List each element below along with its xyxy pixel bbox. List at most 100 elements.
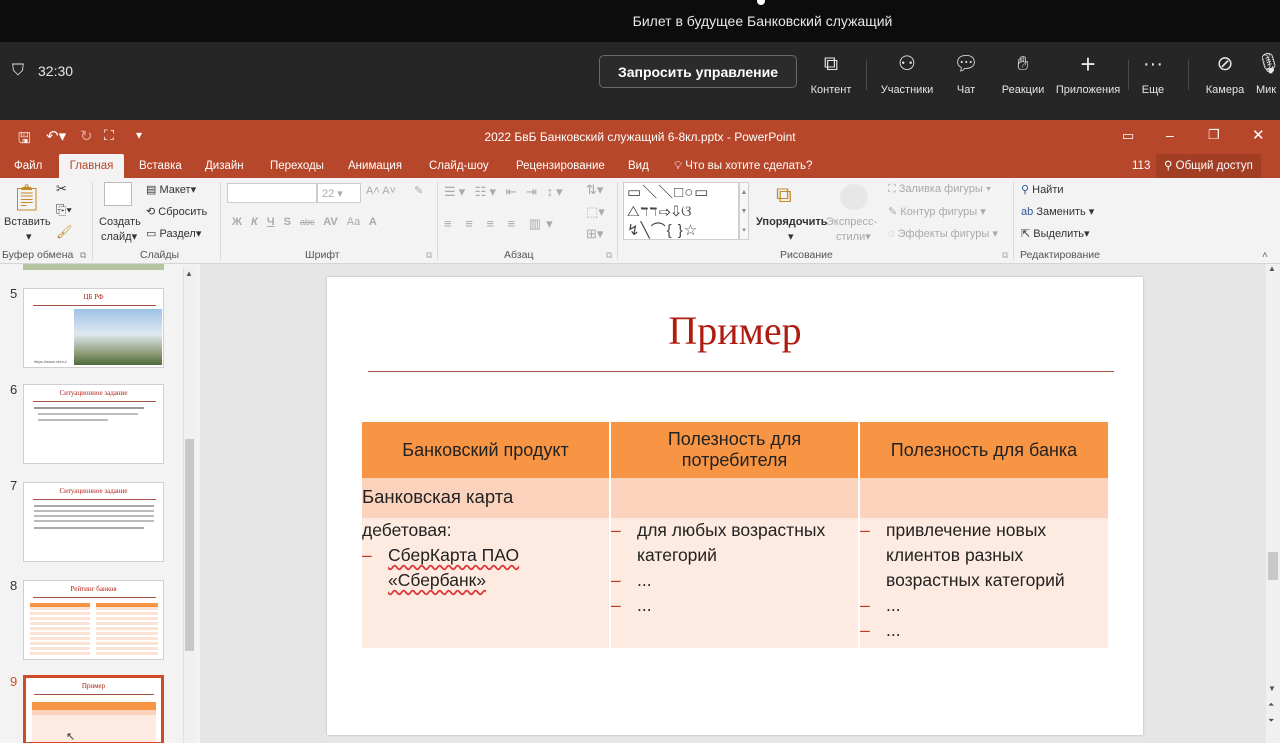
tab-home[interactable]: Главная xyxy=(59,154,124,178)
more-button[interactable]: ··· Еще xyxy=(1136,48,1170,108)
quick-styles-icon[interactable] xyxy=(840,184,868,210)
format-buttons[interactable]: Ж К Ч S abc AV Aa A xyxy=(232,216,377,228)
scrollbar-thumb[interactable] xyxy=(185,439,194,651)
clear-format-icon[interactable]: ✎ xyxy=(414,184,423,197)
slide-title[interactable]: Пример xyxy=(327,307,1143,354)
tab-slideshow[interactable]: Слайд-шоу xyxy=(421,154,497,178)
tab-design[interactable]: Дизайн xyxy=(197,154,252,178)
request-control-button[interactable]: Запросить управление xyxy=(599,55,797,88)
font-name-input[interactable] xyxy=(227,183,317,203)
shapes-gallery[interactable]: ▭＼＼□○▭ △ℸℸ⇨⇩ଓ ↯╲⌒{ }☆ xyxy=(623,182,739,240)
char-spacing-button[interactable]: AV xyxy=(323,216,337,228)
new-slide-label-2[interactable]: слайд▾ xyxy=(101,230,137,243)
align-text-icon[interactable]: ⬚▾ xyxy=(586,204,605,220)
table-header-cell[interactable]: Банковский продукт xyxy=(362,422,611,478)
copy-icon[interactable]: ⎘▾ xyxy=(56,202,72,218)
chat-button[interactable]: 💬︎ Чат xyxy=(946,48,986,108)
new-slide-icon[interactable] xyxy=(104,182,132,206)
arrange-dropdown-icon[interactable]: ▾ xyxy=(788,230,794,243)
thumbnail-slide-5[interactable]: ЦБ РФ https://www.cbr.ru/ xyxy=(23,288,164,368)
scroll-down-icon[interactable]: ▼ xyxy=(1268,684,1276,693)
paste-icon[interactable]: 📋︎ xyxy=(10,182,43,213)
tell-me-box[interactable]: 💡︎ Что вы хотите сделать? xyxy=(666,154,820,178)
tab-review[interactable]: Рецензирование xyxy=(508,154,613,178)
table-cell[interactable]: Банковская карта xyxy=(362,478,611,518)
thumbnail-slide-6[interactable]: Ситуационное задание xyxy=(23,384,164,464)
close-icon[interactable]: ✕ xyxy=(1252,126,1265,144)
italic-button[interactable]: К xyxy=(251,216,258,228)
shape-effects-button[interactable]: ◌ Эффекты фигуры ▾ xyxy=(888,227,998,240)
format-painter-icon[interactable]: 🖌︎ xyxy=(56,224,73,240)
prev-slide-icon[interactable]: ⏶ xyxy=(1268,700,1274,710)
minimize-icon[interactable]: – xyxy=(1166,127,1174,143)
table-cell[interactable]: дебетовая: – СберКарта ПАО «Сбербанк» xyxy=(362,518,611,648)
table-cell[interactable]: – для любых возрастных категорий –... –..… xyxy=(610,518,860,648)
font-launcher-icon[interactable]: ⧉ xyxy=(426,250,432,261)
paragraph-launcher-icon[interactable]: ⧉ xyxy=(606,250,612,261)
quick-styles-button[interactable]: Экспресс- xyxy=(826,216,877,228)
align-buttons[interactable]: ≡ ≡ ≡ ≡ ▥▾ xyxy=(444,216,558,232)
share-button[interactable]: ⚲ Общий доступ xyxy=(1156,154,1261,178)
scroll-up-icon[interactable]: ▲ xyxy=(185,269,193,278)
restore-icon[interactable]: ❐ xyxy=(1208,127,1220,143)
shadow-button[interactable]: S xyxy=(284,216,291,228)
section-button[interactable]: ▭ Раздел▾ xyxy=(146,227,201,240)
cut-icon[interactable]: ✂ xyxy=(56,181,67,197)
new-slide-button[interactable]: Создать xyxy=(99,216,141,228)
tab-insert[interactable]: Вставка xyxy=(131,154,190,178)
table-cell[interactable] xyxy=(859,478,1108,518)
ribbon-display-icon[interactable]: ▭ xyxy=(1122,128,1134,144)
underline-button[interactable]: Ч xyxy=(267,216,275,228)
collapse-ribbon-icon[interactable]: ˄ xyxy=(1262,250,1268,261)
font-color-button[interactable]: A xyxy=(369,216,377,228)
shapes-gallery-scroll[interactable]: ▲ ▼ ▾ xyxy=(739,182,749,240)
table-header-cell[interactable]: Полезность для банка xyxy=(859,422,1108,478)
arrange-icon[interactable]: ⧉ xyxy=(776,182,792,208)
tab-transitions[interactable]: Переходы xyxy=(262,154,332,178)
thumbnail-4-bottom[interactable] xyxy=(23,264,164,270)
arrange-button[interactable]: Упорядочить xyxy=(756,216,828,228)
thumbnail-slide-8[interactable]: Рейтинг банков xyxy=(23,580,164,660)
tab-animations[interactable]: Анимация xyxy=(340,154,410,178)
tab-file[interactable]: Файл xyxy=(6,154,50,178)
paste-button[interactable]: Вставить xyxy=(4,216,51,228)
camera-button[interactable]: ⊘ Камера xyxy=(1202,48,1248,108)
drawing-launcher-icon[interactable]: ⧉ xyxy=(1002,250,1008,261)
slide-canvas[interactable]: Пример Банковский продукт Полезность для… xyxy=(327,277,1143,735)
list-buttons[interactable]: ☰▾ ☷▾ ⇤ ⇥ ↕▾ xyxy=(444,184,566,200)
content-button[interactable]: ⧉ Контент xyxy=(806,48,856,108)
smartart-icon[interactable]: ⊞▾ xyxy=(586,226,603,242)
bold-button[interactable]: Ж xyxy=(232,216,242,228)
change-case-button[interactable]: Aa xyxy=(347,216,360,228)
replace-button[interactable]: ab Заменить ▾ xyxy=(1021,205,1094,218)
text-direction-icon[interactable]: ⇅▾ xyxy=(586,182,603,198)
grow-font-icon[interactable]: A˄ A˅ xyxy=(366,185,396,197)
slide-table[interactable]: Банковский продукт Полезность для потреб… xyxy=(362,422,1108,648)
thumbnail-slide-9[interactable]: Пример ↖ xyxy=(23,675,164,743)
shape-fill-button[interactable]: ⛶ Заливка фигуры ▾ xyxy=(888,183,991,196)
shape-outline-button[interactable]: ✎ Контур фигуры ▾ xyxy=(888,205,986,218)
comments-count[interactable]: 113 xyxy=(1124,154,1158,178)
font-size-input[interactable]: 22 ▾ xyxy=(317,183,361,203)
tab-view[interactable]: Вид xyxy=(620,154,657,178)
strikethrough-button[interactable]: abc xyxy=(300,217,315,227)
table-cell[interactable]: – привлечение новых клиентов разных возра… xyxy=(859,518,1108,648)
select-button[interactable]: ⇱ Выделить▾ xyxy=(1021,227,1090,240)
participants-button[interactable]: ⚇ Участники xyxy=(876,48,938,108)
find-button[interactable]: ⚲ Найти xyxy=(1021,183,1064,196)
table-header-cell[interactable]: Полезность для потребителя xyxy=(610,422,860,478)
table-cell[interactable] xyxy=(610,478,860,518)
reset-button[interactable]: ⟲ Сбросить xyxy=(146,205,207,218)
quick-styles-label-2[interactable]: стили▾ xyxy=(836,230,871,243)
thumbnail-slide-7[interactable]: Ситуационное задание xyxy=(23,482,164,562)
editor-scrollbar-thumb[interactable] xyxy=(1268,552,1278,580)
clipboard-launcher-icon[interactable]: ⧉ xyxy=(80,250,86,261)
scroll-up-icon[interactable]: ▲ xyxy=(1268,264,1276,273)
reactions-button[interactable]: ✋︎ Реакции xyxy=(998,48,1048,108)
layout-button[interactable]: ▤ Макет▾ xyxy=(146,183,196,196)
editor-scrollbar[interactable]: ▲ ▼ ⏶ ⏷ xyxy=(1266,264,1280,743)
apps-button[interactable]: + Приложения xyxy=(1054,48,1122,108)
thumbnail-scrollbar[interactable]: ▲ xyxy=(183,267,195,743)
mic-button[interactable]: 🎙︎ Мик xyxy=(1256,48,1280,108)
next-slide-icon[interactable]: ⏷ xyxy=(1268,716,1274,726)
